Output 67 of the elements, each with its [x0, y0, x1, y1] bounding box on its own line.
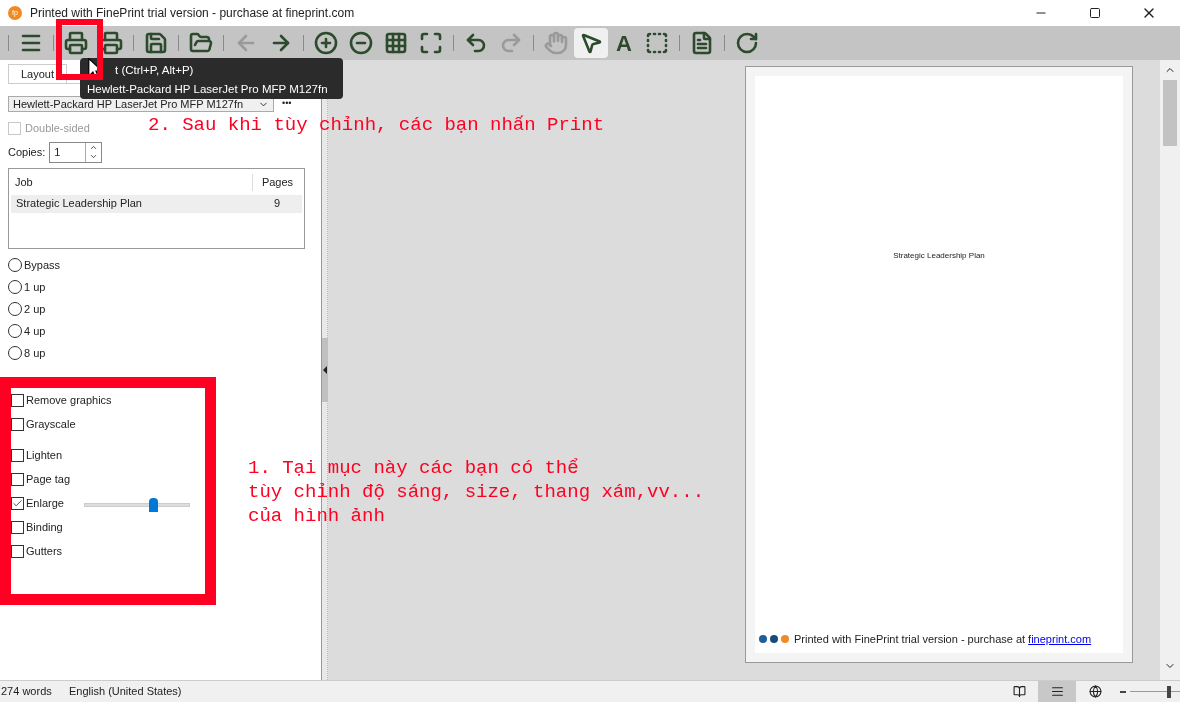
refresh-icon [735, 31, 759, 55]
radio-label: 2 up [24, 301, 46, 317]
copies-spinner[interactable]: 1 [49, 141, 103, 163]
enlarge-slider[interactable] [84, 495, 190, 512]
checkbox-label: Double-sided [25, 121, 90, 136]
checkbox-label: Gutters [26, 544, 64, 560]
redo-icon [499, 31, 523, 55]
text-tool-button[interactable]: A [609, 28, 639, 58]
document-icon [690, 31, 714, 55]
hand-icon [544, 31, 568, 55]
column-header: Pages [252, 174, 302, 191]
pointer-icon [579, 31, 603, 55]
checkbox[interactable] [11, 449, 24, 462]
tooltip-text: t (Ctrl+P, Alt+P) [115, 63, 194, 78]
annotation-text: tùy chỉnh độ sáng, size, thang xám,vv... [248, 480, 705, 504]
dashed-rectangle-icon [645, 31, 669, 55]
spin-up-icon [89, 143, 99, 152]
language-label: English (United States) [69, 684, 182, 700]
checkbox[interactable] [11, 521, 24, 534]
annotation-text: 2. Sau khi tùy chỉnh, các bạn nhấn Print [148, 113, 605, 138]
tooltip-text: Hewlett-Packard HP LaserJet Pro MFP M127fn [87, 82, 329, 98]
checkbox[interactable] [11, 545, 24, 558]
undo-icon [464, 31, 488, 55]
checkbox[interactable] [11, 473, 24, 486]
checkbox-label: Enlarge [26, 496, 65, 512]
maximize-icon [1089, 7, 1101, 19]
radio-label: 4 up [24, 323, 46, 339]
spin-down-icon [89, 152, 99, 161]
checkbox[interactable] [11, 394, 24, 407]
checkbox[interactable] [11, 497, 24, 510]
checkbox-label: Binding [26, 520, 64, 536]
checkbox-label: Remove graphics [26, 393, 112, 409]
checkbox-label: Lighten [26, 448, 64, 464]
checkbox-label: Page tag [26, 472, 72, 488]
globe-icon [1088, 685, 1102, 698]
book-icon [1012, 685, 1026, 698]
annotation-text: của hình ảnh [248, 504, 386, 528]
highlight-frame [56, 19, 103, 80]
table-cell-text: 9 [272, 196, 282, 212]
footer-link[interactable]: fineprint.com [1028, 630, 1092, 647]
zoom-in-icon [314, 31, 338, 55]
annotation-text: 1. Tại mục này các bạn có thể [248, 456, 580, 480]
page-title: Strategic Leadership Plan [893, 250, 985, 262]
grid-icon [384, 31, 408, 55]
pointer-button[interactable] [574, 28, 608, 58]
slider-thumb[interactable] [148, 497, 158, 512]
scrollbar-thumb[interactable] [1163, 80, 1177, 146]
radio-label: 1 up [24, 279, 46, 295]
word-count: 274 words [1, 684, 53, 700]
table-cell-text: Strategic Leadership Plan [15, 196, 143, 212]
job-row[interactable]: Strategic Leadership Plan 9 [11, 194, 302, 213]
window-title: Printed with FinePrint trial version - purchase at fineprint.com [30, 5, 356, 22]
radio-label: 8 up [24, 345, 46, 361]
lines-icon [1050, 685, 1064, 698]
radio-label: Bypass [24, 257, 61, 273]
checkbox-label: Grayscale [26, 417, 77, 433]
more-button[interactable]: ••• [282, 97, 292, 111]
zoom-out-icon [349, 31, 373, 55]
checkbox[interactable] [11, 418, 24, 431]
folder-icon [189, 31, 213, 55]
column-header: Job [14, 175, 34, 191]
copies-label: Copies: [8, 144, 46, 160]
footer-text: Printed with FinePrint trial version - purchase at [794, 631, 1026, 647]
zoom-thumb[interactable] [1167, 685, 1172, 698]
printer-icon [64, 31, 88, 55]
fit-page-icon [419, 31, 443, 55]
vertical-scrollbar[interactable] [1160, 60, 1180, 680]
